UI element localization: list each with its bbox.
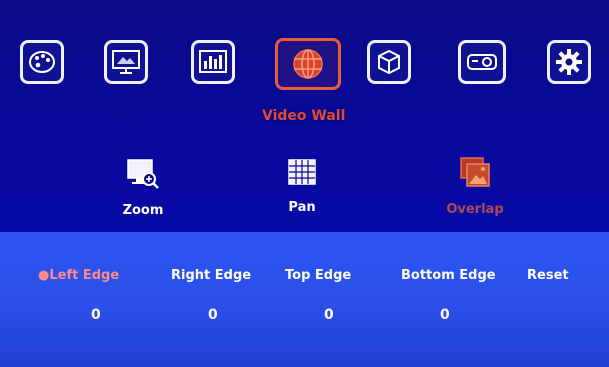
bottom-edge-value: 0: [440, 307, 450, 323]
globe-grid-icon: [293, 49, 323, 79]
reset-option[interactable]: Reset: [527, 268, 569, 283]
left-edge-label[interactable]: ●Left Edge: [38, 268, 119, 283]
right-edge-label[interactable]: Right Edge: [171, 268, 251, 283]
settings-icon-button[interactable]: [547, 40, 591, 84]
zoom-option[interactable]: Zoom: [112, 157, 174, 218]
palette-icon: [29, 51, 55, 73]
overlap-option[interactable]: Overlap: [440, 154, 510, 217]
monitor-image-icon: [112, 50, 140, 74]
menu-title: Video Wall: [262, 108, 346, 124]
gear-icon: [556, 49, 582, 75]
zoom-label: Zoom: [122, 203, 164, 218]
projector-icon: [467, 54, 497, 70]
picture-icon-button[interactable]: [104, 40, 148, 84]
audio-icon-button[interactable]: [191, 40, 235, 84]
left-edge-value: 0: [91, 307, 101, 323]
settings-panel: [0, 232, 609, 367]
zoom-monitor-icon: [127, 159, 159, 189]
cube-icon: [378, 49, 400, 75]
bottom-edge-label[interactable]: Bottom Edge: [401, 268, 496, 283]
overlap-pictures-icon: [460, 157, 490, 187]
right-edge-value: 0: [208, 307, 218, 323]
pan-option[interactable]: Pan: [278, 158, 326, 215]
palette-icon-button[interactable]: [20, 40, 64, 84]
pan-label: Pan: [288, 200, 316, 215]
video-wall-icon-button[interactable]: [275, 38, 341, 90]
osd-screen: Video Wall Zoom Pan Overlap ●Left Edge R…: [0, 0, 609, 367]
overlap-label: Overlap: [446, 202, 504, 217]
audio-equalizer-icon: [199, 50, 227, 73]
projector-icon-button[interactable]: [458, 40, 506, 84]
top-edge-label[interactable]: Top Edge: [285, 268, 351, 283]
top-edge-value: 0: [324, 307, 334, 323]
grid-table-icon: [288, 159, 316, 185]
3d-icon-button[interactable]: [367, 40, 411, 84]
